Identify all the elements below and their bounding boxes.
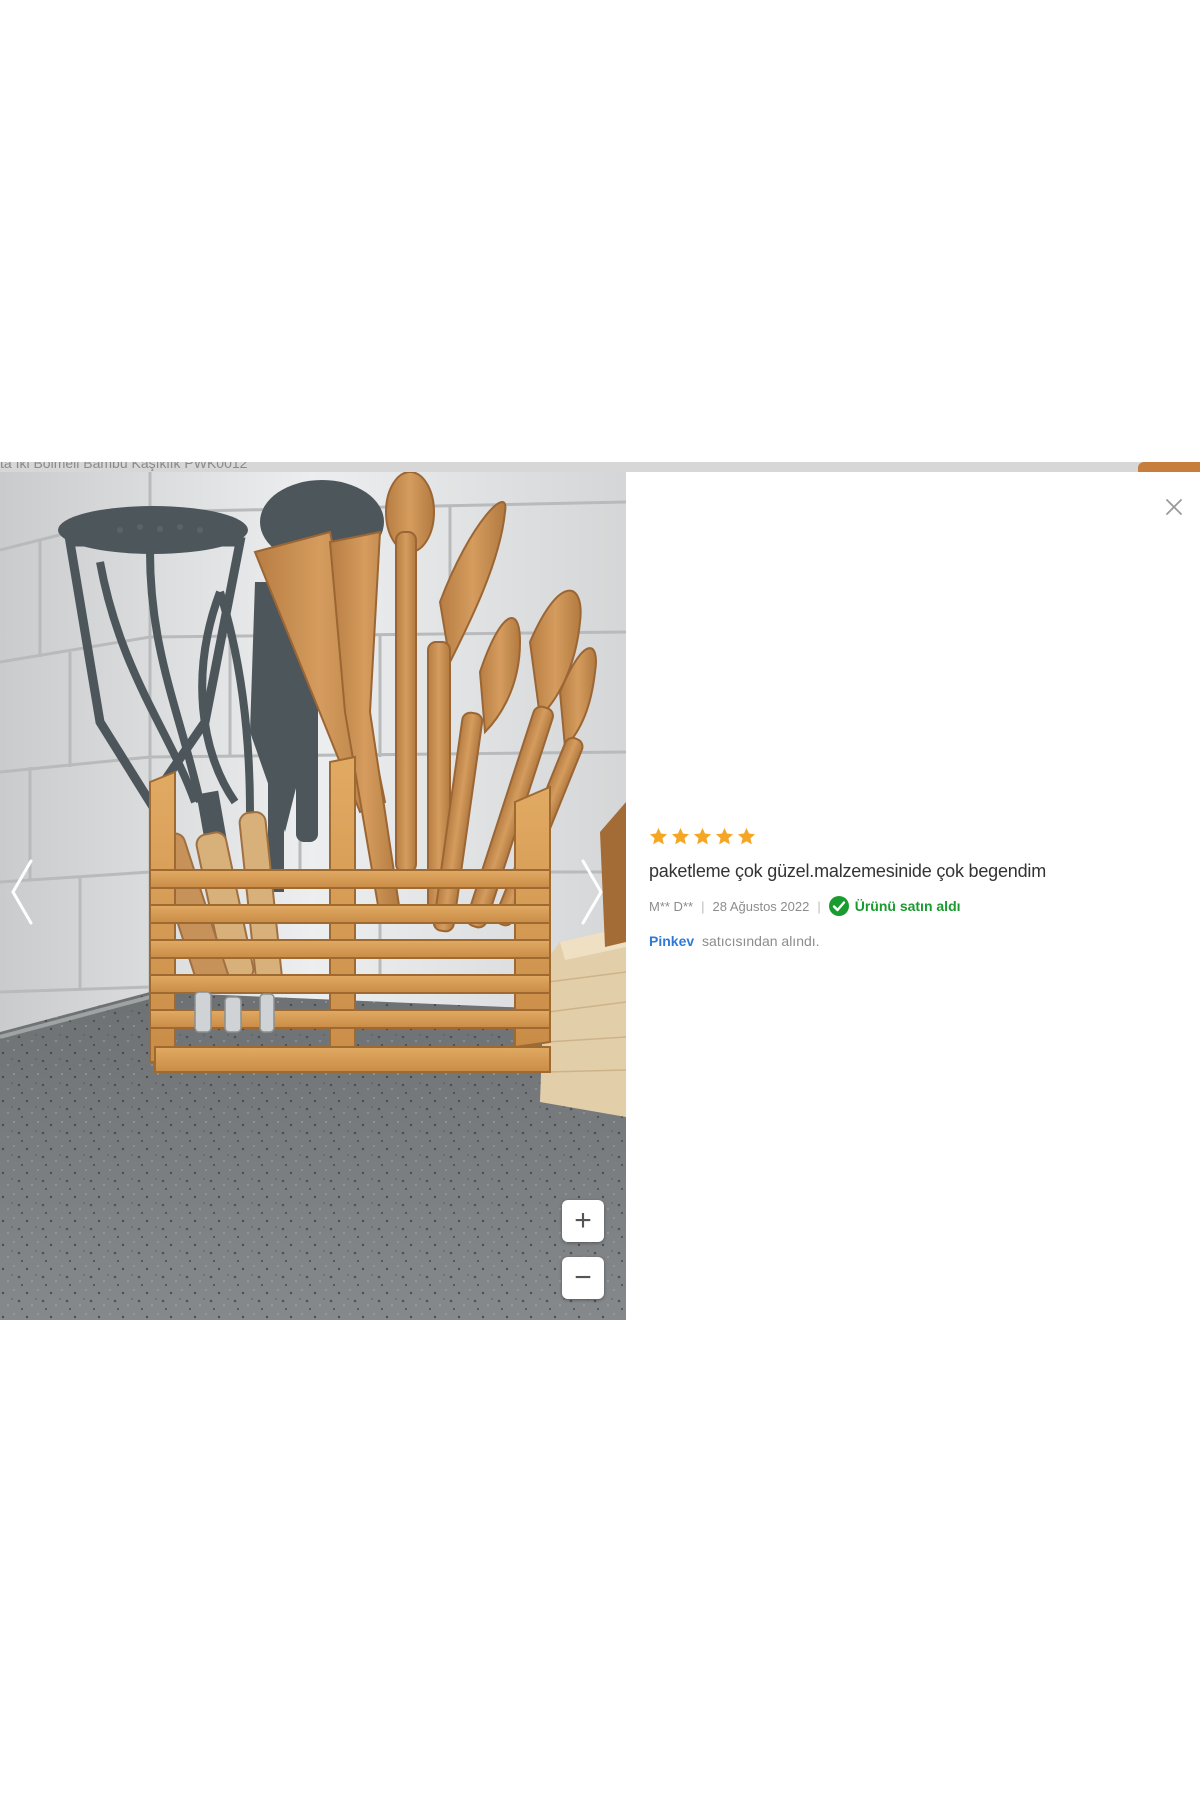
close-modal-button[interactable] — [1160, 493, 1188, 521]
review-author: M** D** — [649, 898, 694, 914]
close-icon — [1166, 499, 1182, 515]
chevron-right-icon — [581, 859, 603, 925]
chevron-left-icon — [11, 859, 33, 925]
verified-label: Ürünü satın aldı — [854, 898, 961, 914]
review-text: paketleme çok güzel.malzemesinide çok be… — [649, 861, 1047, 881]
seller-link[interactable]: Pinkev — [649, 933, 694, 949]
review-date: 28 Ağustos 2022 — [712, 898, 810, 914]
star-icon — [737, 827, 756, 845]
meta-separator: | — [701, 898, 705, 914]
prev-image-button[interactable] — [2, 852, 42, 932]
accent-tab — [1138, 462, 1200, 472]
verified-purchase-badge: Ürünü satın aldı — [828, 896, 961, 916]
next-image-button[interactable] — [572, 852, 612, 932]
star-icon — [715, 827, 734, 845]
meta-separator: | — [817, 898, 821, 914]
product-title-bar: ta İki Bölmeli Bambu Kaşıklık PWK0012 — [0, 462, 1200, 472]
star-rating — [649, 827, 1169, 849]
seller-suffix: satıcısından alındı. — [702, 933, 820, 949]
product-title: ta İki Bölmeli Bambu Kaşıklık PWK0012 — [0, 462, 248, 471]
star-icon — [693, 827, 712, 845]
review-photo: + − — [0, 472, 626, 1320]
star-icon — [649, 827, 668, 845]
review-image-modal: + − paketleme çok güzel.malzemesinide ço… — [0, 472, 1200, 1320]
seller-info: Pinkev satıcısından alındı. — [649, 933, 1169, 949]
review-meta: M** D** | 28 Ağustos 2022 | Ürünü satın … — [649, 896, 1169, 916]
review-panel: paketleme çok güzel.malzemesinide çok be… — [649, 827, 1169, 949]
check-circle-icon — [828, 896, 849, 916]
star-icon — [671, 827, 690, 845]
zoom-out-button[interactable]: − — [562, 1257, 604, 1299]
zoom-in-button[interactable]: + — [562, 1200, 604, 1242]
